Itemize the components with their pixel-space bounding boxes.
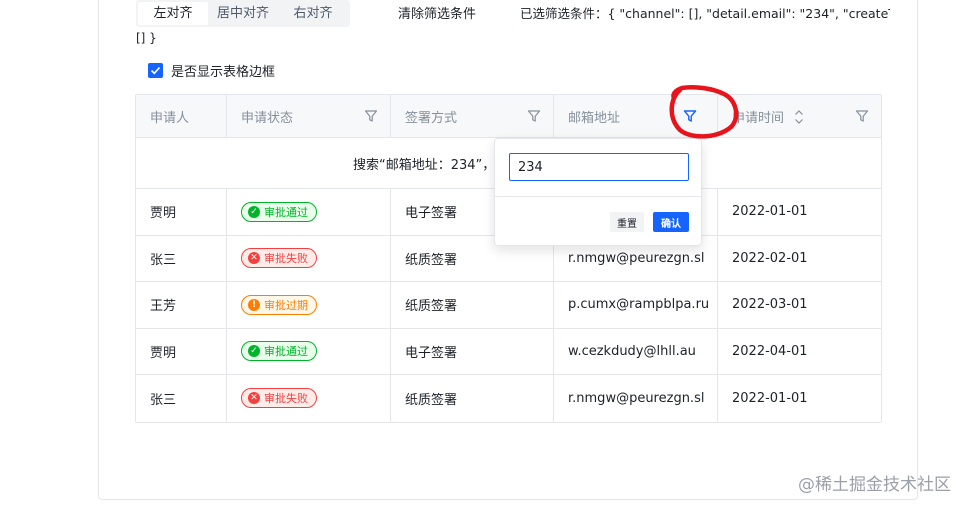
selected-filters-text-cont: [] } (136, 31, 157, 45)
show-border-checkbox[interactable]: 是否显示表格边框 (148, 61, 275, 80)
cell-applicant: 王芳 (136, 282, 227, 328)
email-filter-popover: 重置 确认 (494, 138, 702, 246)
cell-apply-time: 2022-03-01 (732, 297, 808, 313)
status-label: 审批通过 (264, 345, 308, 359)
align-segmented-control: 左对齐 居中对齐 右对齐 (136, 0, 350, 27)
filter-icon[interactable] (855, 109, 869, 123)
cell-sign-method: 纸质签署 (391, 375, 554, 422)
cell-applicant: 张三 (136, 375, 227, 422)
column-title: 邮箱地址 (568, 110, 621, 126)
clear-filters-button[interactable]: 清除筛选条件 (398, 3, 476, 22)
filter-icon[interactable] (364, 109, 378, 123)
warning-status-icon: ! (248, 298, 260, 311)
status-label: 审批过期 (264, 298, 308, 312)
confirm-button[interactable]: 确认 (653, 212, 689, 232)
cell-apply-time: 2022-01-01 (732, 390, 808, 406)
cell-email: w.cezkdudy@lhll.au (554, 328, 718, 374)
cell-applicant: 贾明 (136, 328, 227, 374)
search-summary-text: 搜索“邮箱地址：234”， (353, 157, 496, 173)
status-badge: ✓ 审批通过 (241, 341, 317, 362)
align-left-option[interactable]: 左对齐 (138, 2, 208, 25)
divider (495, 196, 701, 197)
column-title: 签署方式 (405, 110, 458, 126)
table-header: 申请人 申请状态 签署方式 邮箱地址 申请时间 (136, 95, 881, 138)
checkbox-checked-icon[interactable] (148, 63, 163, 78)
status-badge: ✕ 审批失败 (241, 388, 317, 409)
column-title: 申请人 (150, 110, 190, 126)
filter-icon[interactable] (527, 109, 541, 123)
column-header-applicant: 申请人 (136, 95, 227, 137)
cell-applicant: 贾明 (136, 189, 227, 235)
cell-apply-time: 2022-04-01 (732, 343, 808, 359)
column-title: 申请时间 (732, 110, 785, 126)
cell-status: ✓ 审批通过 (227, 328, 391, 374)
align-right-option[interactable]: 右对齐 (278, 2, 348, 25)
cell-apply-time: 2022-02-01 (732, 250, 808, 266)
filter-active-icon[interactable] (683, 109, 697, 123)
status-label: 审批失败 (264, 392, 308, 406)
cell-applicant: 张三 (136, 235, 227, 281)
sort-icon[interactable] (794, 108, 804, 126)
cell-sign-method: 电子签署 (391, 328, 554, 374)
show-border-label: 是否显示表格边框 (171, 65, 276, 80)
cell-status: ✕ 审批失败 (227, 235, 391, 281)
status-badge: ✕ 审批失败 (241, 248, 317, 269)
table-row: 张三 ✕ 审批失败 纸质签署 r.nmgw@peurezgn.sl 2022-01-01 (136, 375, 881, 422)
error-status-icon: ✕ (248, 252, 260, 265)
column-header-sign-method: 签署方式 (391, 95, 554, 137)
email-filter-input[interactable] (509, 153, 689, 181)
watermark: @稀土掘金技术社区 (798, 475, 951, 495)
success-status-icon: ✓ (248, 345, 260, 358)
error-status-icon: ✕ (248, 392, 260, 405)
success-status-icon: ✓ (248, 205, 260, 218)
column-header-apply-time: 申请时间 (718, 95, 881, 137)
cell-email: r.nmgw@peurezgn.sl (554, 375, 718, 422)
status-badge: ✓ 审批通过 (241, 201, 317, 222)
status-label: 审批失败 (264, 252, 308, 266)
reset-button[interactable]: 重置 (610, 212, 644, 232)
cell-status: ✓ 审批通过 (227, 189, 391, 235)
cell-status: ✕ 审批失败 (227, 375, 391, 422)
cell-sign-method: 纸质签署 (391, 282, 554, 328)
cell-status: ! 审批过期 (227, 282, 391, 328)
column-header-status: 申请状态 (227, 95, 391, 137)
table-row: 贾明 ✓ 审批通过 电子签署 w.cezkdudy@lhll.au 2022-04-01 (136, 328, 881, 375)
column-title: 申请状态 (241, 110, 294, 126)
table-row: 王芳! 审批过期 纸质签署 p.cumx@rampblpa.ru 2022-03-01 (136, 282, 881, 329)
selected-filters-text: 已选筛选条件：{ "channel": [], "detail.email": … (520, 6, 890, 21)
cell-apply-time: 2022-01-01 (732, 204, 808, 220)
cell-email: p.cumx@rampblpa.ru (554, 282, 718, 328)
status-badge: ! 审批过期 (241, 294, 317, 315)
align-center-option[interactable]: 居中对齐 (208, 2, 278, 25)
column-header-email: 邮箱地址 (554, 95, 718, 137)
status-label: 审批通过 (264, 205, 308, 219)
